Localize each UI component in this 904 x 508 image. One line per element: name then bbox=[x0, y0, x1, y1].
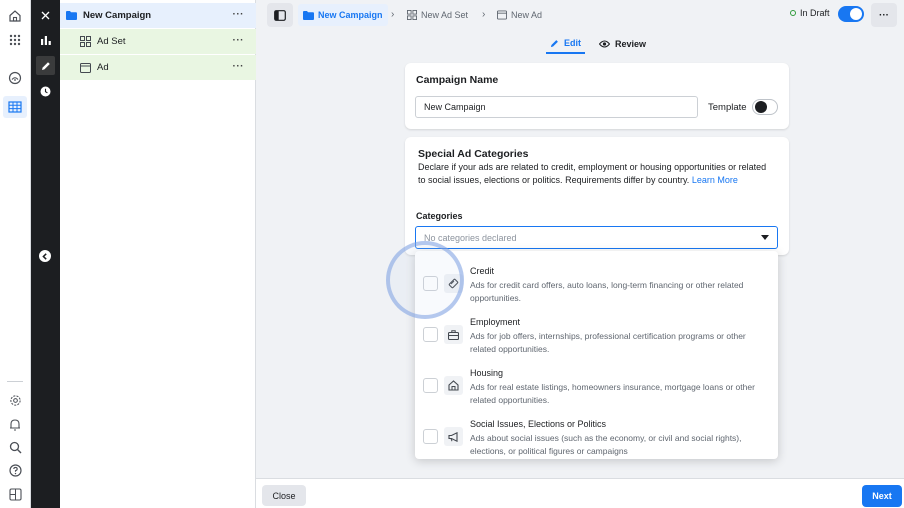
credit-description: Ads for credit card offers, auto loans, … bbox=[470, 280, 744, 303]
apps-grid-icon[interactable] bbox=[5, 30, 25, 50]
breadcrumb-chevron-icon: › bbox=[482, 9, 486, 20]
ad-frame-icon bbox=[80, 62, 91, 73]
breadcrumb-adset-label: New Ad Set bbox=[421, 10, 469, 20]
housing-checkbox[interactable] bbox=[423, 378, 438, 393]
tree-ad-label: Ad bbox=[97, 62, 109, 73]
tab-edit-label: Edit bbox=[564, 38, 581, 48]
credit-title: Credit bbox=[470, 266, 495, 276]
breadcrumb-ad[interactable]: New Ad bbox=[497, 4, 542, 26]
housing-title: Housing bbox=[470, 368, 504, 378]
adset-more-button[interactable]: ··· bbox=[233, 35, 245, 46]
top-bar: New Campaign › New Ad Set › New Ad In Dr… bbox=[256, 0, 904, 30]
categories-label: Categories bbox=[416, 211, 463, 221]
special-ad-categories-heading: Special Ad Categories bbox=[418, 148, 529, 160]
draft-status-label: In Draft bbox=[800, 8, 830, 18]
notifications-bell-icon[interactable] bbox=[5, 414, 25, 434]
social-issues-description: Ads about social issues (such as the eco… bbox=[470, 433, 742, 456]
breadcrumb-campaign[interactable]: New Campaign bbox=[298, 4, 388, 26]
close-button[interactable]: Close bbox=[262, 485, 306, 506]
tree-campaign-label: New Campaign bbox=[83, 10, 152, 21]
employment-description: Ads for job offers, internships, profess… bbox=[470, 331, 746, 354]
campaign-name-card: Campaign Name New Campaign Template bbox=[405, 63, 789, 129]
dashboard-gauge-icon[interactable] bbox=[5, 68, 25, 88]
categories-select[interactable]: No categories declared bbox=[415, 226, 778, 249]
draft-status: In Draft bbox=[790, 8, 830, 18]
category-option-employment[interactable]: Employment Ads for job offers, internshi… bbox=[415, 307, 778, 357]
breadcrumb-ad-label: New Ad bbox=[511, 10, 543, 20]
category-option-credit[interactable]: Credit Ads for credit card offers, auto … bbox=[415, 256, 778, 306]
employment-title: Employment bbox=[470, 317, 521, 327]
template-toggle[interactable] bbox=[752, 99, 778, 115]
employment-checkbox[interactable] bbox=[423, 327, 438, 342]
folder-icon bbox=[66, 11, 77, 20]
learn-more-link[interactable]: Learn More bbox=[692, 175, 738, 185]
campaign-name-input[interactable]: New Campaign bbox=[415, 96, 698, 118]
eye-icon bbox=[599, 40, 610, 48]
tab-review-label: Review bbox=[615, 39, 647, 49]
adset-grid-icon bbox=[407, 10, 417, 20]
adset-grid-icon bbox=[80, 36, 91, 47]
ads-manager-table-icon[interactable] bbox=[3, 96, 27, 118]
categories-placeholder: No categories declared bbox=[424, 232, 517, 243]
campaign-name-heading: Campaign Name bbox=[416, 74, 499, 86]
special-ad-categories-description: Declare if your ads are related to credi… bbox=[418, 161, 768, 187]
footer-bar: Close Next bbox=[256, 478, 904, 508]
search-icon[interactable] bbox=[5, 437, 25, 457]
template-label: Template bbox=[708, 102, 747, 113]
dropdown-caret-icon bbox=[761, 235, 769, 240]
tree-item-adset[interactable]: Ad Set ··· bbox=[60, 29, 256, 54]
house-icon bbox=[444, 376, 463, 395]
tab-review[interactable]: Review bbox=[595, 34, 650, 54]
tree-adset-label: Ad Set bbox=[97, 36, 126, 47]
housing-description: Ads for real estate listings, homeowners… bbox=[470, 382, 755, 405]
category-option-social-issues[interactable]: Social Issues, Elections or Politics Ads… bbox=[415, 409, 778, 459]
rail-divider bbox=[7, 381, 23, 382]
category-option-housing[interactable]: Housing Ads for real estate listings, ho… bbox=[415, 358, 778, 408]
global-nav-rail bbox=[0, 0, 31, 508]
settings-gear-icon[interactable] bbox=[5, 390, 25, 410]
campaign-more-button[interactable]: ··· bbox=[233, 9, 245, 20]
home-icon[interactable] bbox=[5, 6, 25, 26]
briefcase-icon bbox=[444, 325, 463, 344]
edit-pencil-icon[interactable] bbox=[36, 56, 55, 75]
megaphone-icon bbox=[444, 427, 463, 446]
social-issues-checkbox[interactable] bbox=[423, 429, 438, 444]
close-icon[interactable] bbox=[38, 8, 53, 23]
breadcrumb-chevron-icon: › bbox=[391, 9, 395, 20]
edit-review-tabs: Edit Review bbox=[546, 34, 650, 56]
edit-pencil-icon bbox=[550, 39, 559, 48]
tree-item-ad[interactable]: Ad ··· bbox=[60, 55, 256, 80]
campaign-tree-panel: New Campaign ··· Ad Set ··· Ad ··· bbox=[60, 0, 256, 508]
breadcrumb-campaign-label: New Campaign bbox=[318, 10, 383, 20]
social-issues-title: Social Issues, Elections or Politics bbox=[470, 419, 607, 429]
categories-dropdown-menu: Credit Ads for credit card offers, auto … bbox=[415, 251, 778, 459]
report-panel-icon[interactable] bbox=[5, 484, 25, 504]
bar-chart-icon[interactable] bbox=[38, 33, 53, 48]
click-highlight-ring bbox=[386, 241, 464, 319]
ad-frame-icon bbox=[497, 10, 507, 20]
help-icon[interactable] bbox=[5, 460, 25, 480]
special-ad-categories-card: Special Ad Categories Declare if your ad… bbox=[405, 137, 789, 255]
collapse-panel-chevron-icon[interactable] bbox=[39, 250, 51, 262]
status-dot-icon bbox=[790, 10, 796, 16]
breadcrumb-adset[interactable]: New Ad Set bbox=[407, 4, 468, 26]
folder-icon bbox=[303, 10, 314, 20]
next-button[interactable]: Next bbox=[862, 485, 902, 507]
tab-edit[interactable]: Edit bbox=[546, 34, 585, 54]
ad-more-button[interactable]: ··· bbox=[233, 61, 245, 72]
campaign-on-off-toggle[interactable] bbox=[838, 6, 864, 22]
tree-item-campaign[interactable]: New Campaign ··· bbox=[60, 3, 256, 28]
panel-toggle-icon[interactable] bbox=[267, 3, 293, 27]
history-clock-icon[interactable] bbox=[38, 84, 53, 99]
top-more-button[interactable]: ··· bbox=[871, 3, 897, 27]
